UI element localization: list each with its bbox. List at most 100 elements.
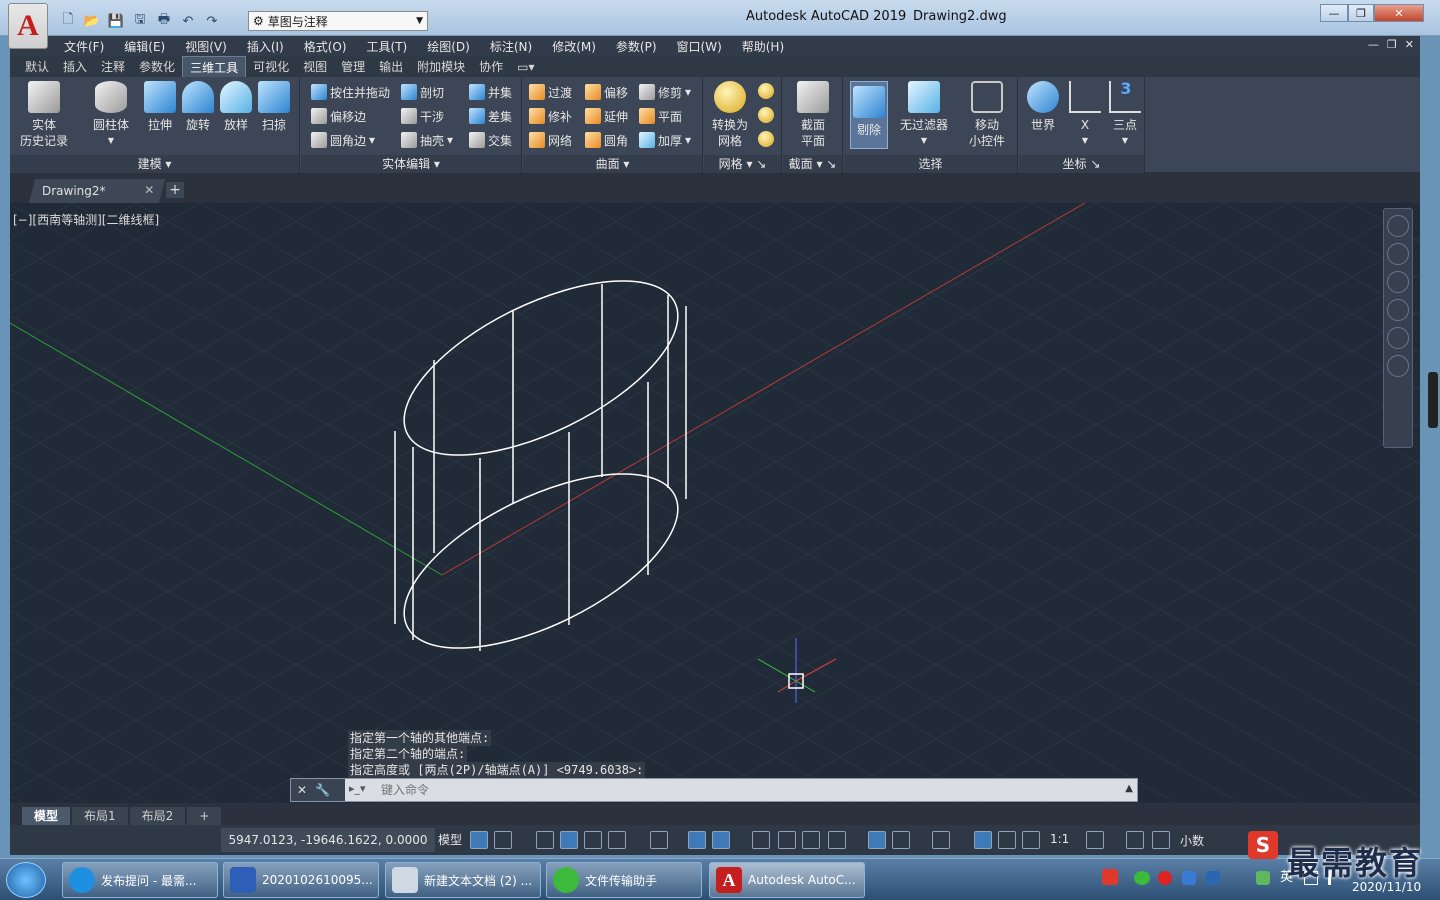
tab-output[interactable]: 输出 xyxy=(372,56,410,77)
interfere-button[interactable]: 干涉 xyxy=(401,105,444,127)
open-icon[interactable]: 📂 xyxy=(82,12,102,30)
grid-display-icon[interactable] xyxy=(470,831,488,849)
viewport-controls-label[interactable]: [−][西南等轴测][二维线框] xyxy=(13,211,159,228)
menu-tools[interactable]: 工具(T) xyxy=(357,36,418,56)
gizmo-toggle-icon[interactable] xyxy=(932,831,950,849)
autocad-logo-button[interactable]: A xyxy=(8,3,48,49)
offset-edge-button[interactable]: 偏移边 xyxy=(311,105,366,127)
doc-tab-drawing2[interactable]: Drawing2* ✕ xyxy=(28,179,166,203)
close-button[interactable]: ✕ xyxy=(1374,4,1424,22)
save-icon[interactable]: 💾 xyxy=(106,12,126,30)
taskbar-item-autocad[interactable]: A Autodesk AutoC... xyxy=(709,862,865,898)
menu-help[interactable]: 帮助(H) xyxy=(732,36,794,56)
menu-draw[interactable]: 绘图(D) xyxy=(417,36,480,56)
extend-button[interactable]: 延伸 xyxy=(585,105,628,127)
mesh-smooth-icon[interactable] xyxy=(758,83,774,99)
new-tab-plus-icon[interactable]: + xyxy=(166,182,184,198)
menu-window[interactable]: 窗口(W) xyxy=(667,36,732,56)
scrollbar-thumb[interactable] xyxy=(1428,372,1438,428)
taskbar-item-doc[interactable]: 2020102610095... xyxy=(223,862,379,898)
model-space-button[interactable]: 模型 xyxy=(438,831,462,848)
weibo-tray-icon[interactable] xyxy=(1158,871,1172,885)
loft-button[interactable]: 放样 xyxy=(216,81,256,133)
workspace-dropdown[interactable]: ⚙ 草图与注释 ▼ xyxy=(248,11,428,31)
taskbar-item-wechat[interactable]: 文件传输助手 xyxy=(546,862,702,898)
lineweight-icon[interactable] xyxy=(752,831,770,849)
menu-file[interactable]: 文件(F) xyxy=(54,36,114,56)
tab-addins[interactable]: 附加模块 xyxy=(410,56,472,77)
slice-button[interactable]: 剖切 xyxy=(401,81,444,103)
infer-constraints-icon[interactable] xyxy=(536,831,554,849)
menu-modify[interactable]: 修改(M) xyxy=(542,36,606,56)
wechat-tray-icon[interactable] xyxy=(1134,871,1150,885)
steering-wheel-icon[interactable] xyxy=(1387,243,1409,265)
close-icon[interactable]: ✕ xyxy=(297,783,307,797)
sogou-tray-icon[interactable] xyxy=(1102,869,1118,885)
selection-filter-icon[interactable] xyxy=(892,831,910,849)
panel-section-title[interactable]: 截面 ▾ ↘ xyxy=(783,155,842,173)
snap-mode-icon[interactable] xyxy=(494,831,512,849)
menu-insert[interactable]: 插入(I) xyxy=(237,36,294,56)
wrench-icon[interactable]: 🔧 xyxy=(315,783,330,797)
no-filter-button[interactable]: 无过滤器 ▼ xyxy=(896,81,952,149)
menu-parametric[interactable]: 参数(P) xyxy=(606,36,667,56)
selection-cycling-icon[interactable] xyxy=(802,831,820,849)
tab-default[interactable]: 默认 xyxy=(18,56,56,77)
extrude-button[interactable]: 拉伸 xyxy=(140,81,180,133)
3d-object-snap-icon[interactable] xyxy=(712,831,730,849)
orbit-icon[interactable] xyxy=(1387,327,1409,349)
panel-modeling-title[interactable]: 建模 ▾ xyxy=(10,155,299,173)
mesh-refine-icon[interactable] xyxy=(758,107,774,123)
tab-parametric[interactable]: 参数化 xyxy=(132,56,182,77)
trim-button[interactable]: 修剪 ▾ xyxy=(639,81,691,103)
maximize-button[interactable]: ❐ xyxy=(1348,4,1374,22)
3d-osnap-toggle-icon[interactable] xyxy=(828,831,846,849)
doc-close-icon[interactable]: ✕ xyxy=(1405,38,1414,51)
menu-format[interactable]: 格式(O) xyxy=(294,36,357,56)
coordinate-readout[interactable]: 5947.0123, -19646.1622, 0.0000 xyxy=(221,828,435,852)
solid-history-button[interactable]: 实体 历史记录 xyxy=(16,81,72,149)
subtract-button[interactable]: 差集 xyxy=(469,105,512,127)
cylinder-button[interactable]: 圆柱体 ▼ xyxy=(86,81,136,149)
tab-collaborate[interactable]: 协作 xyxy=(472,56,510,77)
revolve-button[interactable]: 旋转 xyxy=(178,81,218,133)
minimize-button[interactable]: — xyxy=(1320,4,1348,22)
network-tray-icon[interactable] xyxy=(1206,871,1220,885)
tab-manage[interactable]: 管理 xyxy=(334,56,372,77)
culling-button[interactable]: 剔除 xyxy=(850,81,888,149)
fillet-surface-button[interactable]: 圆角 xyxy=(585,129,628,151)
tab-3d-tools[interactable]: 三维工具 xyxy=(182,56,247,77)
auto-scale-icon[interactable] xyxy=(998,831,1016,849)
new-icon[interactable]: 🗋 xyxy=(58,12,78,30)
panel-mesh-title[interactable]: 网格 ▾ ↘ xyxy=(704,155,781,173)
units-icon[interactable] xyxy=(1152,831,1170,849)
convert-to-mesh-button[interactable]: 转换为 网格 xyxy=(708,81,752,149)
gear-icon[interactable] xyxy=(1086,831,1104,849)
move-gizmo-button[interactable]: 移动 小控件 xyxy=(962,81,1012,149)
tab-layout2[interactable]: 布局2 xyxy=(129,806,186,825)
annotation-visibility-icon[interactable] xyxy=(974,831,992,849)
tab-view[interactable]: 视图 xyxy=(296,56,334,77)
blend-button[interactable]: 过渡 xyxy=(529,81,572,103)
network-button[interactable]: 网络 xyxy=(529,129,572,151)
add-layout-plus-icon[interactable]: + xyxy=(187,806,222,825)
menu-view[interactable]: 视图(V) xyxy=(175,36,237,56)
ucs-3point-button[interactable]: 3 三点 ▼ xyxy=(1107,81,1143,149)
chevron-up-icon[interactable]: ▲ xyxy=(1125,783,1133,794)
menu-dimension[interactable]: 标注(N) xyxy=(480,36,542,56)
tab-visualize[interactable]: 可视化 xyxy=(246,56,296,77)
fillet-edge-button[interactable]: 圆角边 ▾ xyxy=(311,129,375,151)
zoom-icon[interactable] xyxy=(1387,299,1409,321)
object-snap-tracking-icon[interactable] xyxy=(650,831,668,849)
intersect-button[interactable]: 交集 xyxy=(469,129,512,151)
patch-button[interactable]: 修补 xyxy=(529,105,572,127)
ribbon-toggle-icon[interactable]: ▭▾ xyxy=(510,56,541,77)
menu-edit[interactable]: 编辑(E) xyxy=(114,36,175,56)
object-snap-icon[interactable] xyxy=(688,831,706,849)
tab-model[interactable]: 模型 xyxy=(22,806,71,825)
undo-icon[interactable]: ↶ xyxy=(178,12,198,30)
offset-surface-button[interactable]: 偏移 xyxy=(585,81,628,103)
pan-hand-icon[interactable] xyxy=(1387,271,1409,293)
panel-solid-editing-title[interactable]: 实体编辑 ▾ xyxy=(301,155,521,173)
ucs-world-button[interactable]: 世界 xyxy=(1023,81,1063,133)
